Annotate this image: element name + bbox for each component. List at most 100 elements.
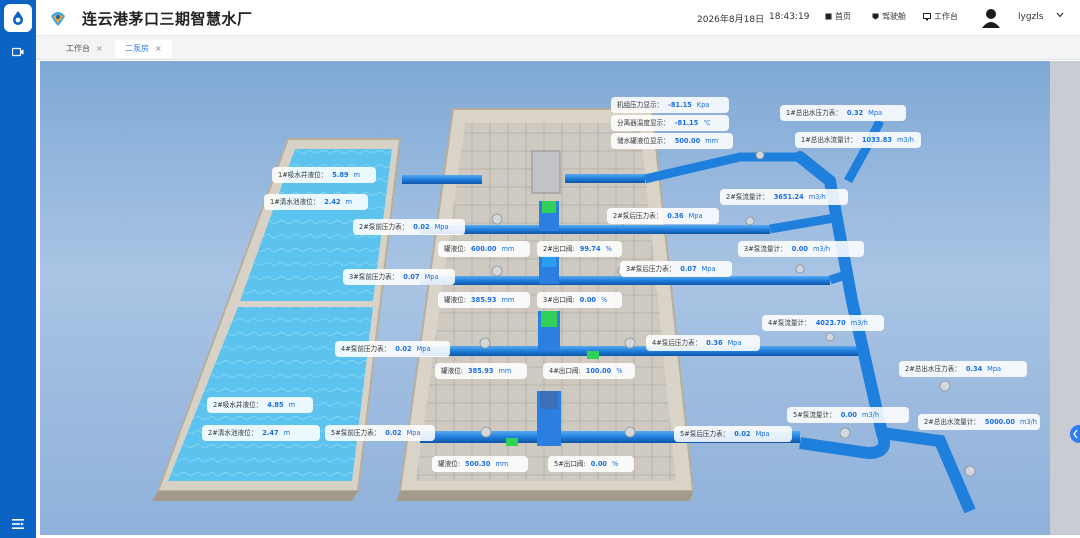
label-unit: m3/h [896,136,914,144]
label-unit: % [601,296,608,304]
label-value: 2.47 [262,429,279,437]
label-name: 4#泵流量计： [768,319,811,327]
nav-workbench[interactable]: 工作台 [923,11,958,22]
label-unit: mm [501,296,515,304]
label-value: -81.15 [674,119,699,127]
label-valve2: 2#出口阀: 99.74% [537,241,622,257]
label-value: 600.00 [471,245,497,253]
label-value: 385.93 [468,367,494,375]
tab-pump-room-2[interactable]: 二泵房 × [115,40,172,58]
label-value: 0.00 [791,245,808,253]
label-outlet1-flow: 1#总出水流量计： 1033.83 m3/h [795,132,921,148]
label-tank2-level: 2#吸水井液位： 4.85 m [207,397,313,413]
cockpit-icon [872,13,879,20]
logo-drop-icon[interactable] [4,4,32,32]
tab-pump-room-2-label: 二泵房 [125,44,149,53]
label-pump4-outlet: 4#泵后压力表： 0.36 Mpa [646,335,760,351]
right-scrollbar[interactable] [1050,61,1080,535]
label-unit: % [616,367,623,375]
label-outlet1-pressure: 1#总出水压力表： 0.32 Mpa [780,105,906,121]
label-unit: m3/h [812,245,831,253]
label-value: 0.02 [413,223,430,231]
label-value: 0.32 [846,109,864,117]
label-valve5: 5#出口阀: 0.00% [548,456,634,472]
label-tank-level: 储水罐液位显示： 500.00 mm [611,133,733,149]
label-name: 5#泵前压力表： [331,429,381,437]
label-pump3-inlet: 3#泵前压力表： 0.07 Mpa [343,269,455,285]
label-unit: mm [705,137,719,145]
label-unit: Mpa [416,345,431,353]
label-name: 1#吸水井液位： [278,171,328,179]
label-unit: ℃ [703,119,711,127]
label-pump3-outlet: 3#泵后压力表： 0.07 Mpa [620,261,732,277]
label-pump5-inlet: 5#泵前压力表： 0.02 Mpa [325,425,435,441]
label-name: 2#清水池液位： [208,429,258,437]
label-unit: m [345,198,353,206]
label-unit: % [612,460,619,468]
label-name: 2#吸水井液位： [213,401,263,409]
label-name: 3#泵流量计： [744,245,787,253]
label-value: 4023.70 [815,319,846,327]
label-value: 2.42 [324,198,341,206]
label-unit: Mpa [688,212,703,220]
label-name: 4#泵前压力表： [341,345,391,353]
label-unit: m [283,429,291,437]
nav-cockpit[interactable]: 驾驶舱 [872,11,906,22]
label-outlet2-pressure: 2#总出水压力表： 0.34 Mpa [899,361,1027,377]
tab-workbench[interactable]: 工作台 × [56,40,113,58]
close-icon[interactable]: × [155,40,162,58]
label-name: 2#泵前压力表： [359,223,409,231]
label-name: 1#总出水流量计： [801,136,857,144]
pump-room-scene: 机组压力显示： -81.15 Kpa 分离器温度显示： -81.15 ℃ 储水罐液位显示… [40,61,1050,535]
label-name: 2#总出水流量计： [924,418,980,426]
label-unit: mm [495,460,509,468]
tab-workbench-label: 工作台 [66,44,90,53]
nav-home[interactable]: 首页 [825,11,851,22]
menu-toggle-icon[interactable] [10,516,26,532]
label-unit: % [605,245,612,253]
label-inlet-pressure: 机组压力显示： -81.15 Kpa [611,97,729,113]
label-value: 5.89 [332,171,349,179]
label-value: 0.02 [395,345,412,353]
label-unit: m3/h [861,411,880,419]
label-unit: Mpa [406,429,421,437]
label-name: 3#泵后压力表： [626,265,676,273]
label-name: 罐液位: [438,460,461,468]
label-flow5: 5#泵流量计： 0.00 m3/h [787,407,909,423]
chevron-down-icon[interactable] [1056,11,1064,21]
label-value: 99.74 [579,245,601,253]
label-flow3: 3#泵流量计： 0.00 m3/h [738,241,864,257]
date-text: 2026年8月18日 [697,15,765,25]
username[interactable]: lygzls [1018,12,1043,22]
video-icon[interactable] [10,44,26,60]
label-name: 罐液位: [441,367,464,375]
label-pump4-inlet: 4#泵前压力表： 0.02 Mpa [335,341,450,357]
label-pump5-level: 罐液位: 500.30 mm [432,456,528,472]
label-unit: m3/h [850,319,868,327]
label-pump2-inlet: 2#泵前压力表： 0.02 Mpa [353,219,465,235]
label-unit: Kpa [696,101,710,109]
label-value: 0.07 [680,265,697,273]
label-value: 1033.83 [861,136,892,144]
label-name: 5#出口阀: [554,460,586,468]
label-name: 储水罐液位显示： [617,137,670,145]
close-icon[interactable]: × [96,40,103,58]
nav-workbench-label: 工作台 [934,12,958,21]
label-pump5-outlet: 5#泵后压力表： 0.02 Mpa [674,426,792,442]
label-name: 罐液位: [444,296,467,304]
nav-home-label: 首页 [835,12,851,21]
label-value: 0.02 [385,429,402,437]
label-unit: m [288,401,296,409]
label-name: 1#总出水压力表： [786,109,842,117]
label-unit: Mpa [868,109,883,117]
label-name: 4#泵后压力表： [652,339,702,347]
label-unit: Mpa [727,339,742,347]
collapse-panel-button[interactable] [1070,425,1080,443]
label-outlet2-flow: 2#总出水流量计： 5000.00 m3/h [918,414,1040,430]
label-value: 0.36 [667,212,684,220]
user-avatar-icon[interactable] [980,7,1002,29]
label-value: 0.07 [403,273,420,281]
label-value: 0.00 [579,296,597,304]
label-name: 4#出口阀: [549,367,581,375]
nav-cockpit-label: 驾驶舱 [882,12,906,21]
